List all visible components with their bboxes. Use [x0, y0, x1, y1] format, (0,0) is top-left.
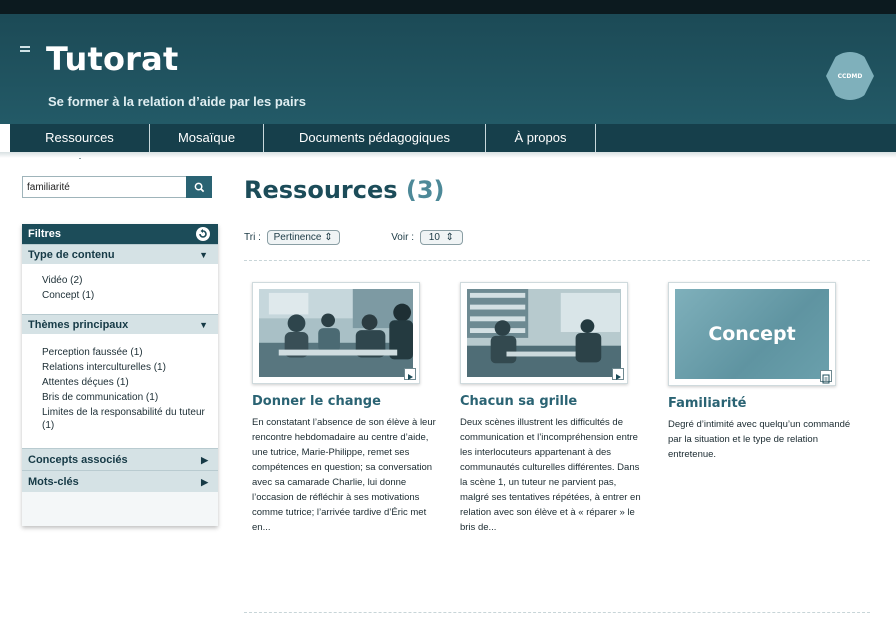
filter-section-label: Thèmes principaux — [28, 319, 129, 331]
caret-right-icon: ▶ — [201, 477, 208, 487]
filter-list-type-de-contenu: Vidéo (2) Concept (1) — [22, 264, 218, 314]
divider — [244, 612, 870, 613]
tab-mosaique[interactable]: Mosaïque — [150, 124, 264, 152]
nav-shadow — [0, 152, 896, 158]
filter-section-themes-principaux[interactable]: Thèmes principaux ▼ — [22, 314, 218, 334]
resource-title[interactable]: Donner le change — [252, 394, 442, 409]
page-title-text: Ressources — [244, 176, 398, 204]
sort-bar: Tri : Pertinence ⇕ Voir : 10 ⇕ — [244, 230, 463, 245]
menu-icon[interactable] — [20, 46, 30, 54]
sort-select[interactable]: Pertinence ⇕ — [266, 230, 340, 245]
filter-section-mots-cles[interactable]: Mots-clés ▶ — [22, 470, 218, 492]
filter-list-themes-principaux: Perception faussée (1) Relations intercu… — [22, 334, 218, 448]
filter-option-attentes-decues[interactable]: Attentes déçues (1) — [42, 376, 212, 389]
resource-card: Donner le change En constatant l’absence… — [252, 282, 442, 535]
view-select[interactable]: 10 ⇕ — [419, 230, 463, 245]
classroom-video-still — [259, 289, 413, 377]
filters-header: Filtres — [22, 224, 218, 244]
caret-down-icon: ▼ — [199, 320, 208, 330]
filter-section-label: Concepts associés — [28, 454, 128, 466]
filters-panel: Filtres Type de contenu ▼ Vidéo (2) Conc… — [22, 224, 218, 526]
resource-title[interactable]: Chacun sa grille — [460, 394, 650, 409]
main-nav: Ressources Mosaïque Documents pédagogiqu… — [10, 124, 896, 159]
site-title[interactable]: Tutorat — [46, 40, 178, 78]
resource-thumbnail[interactable] — [252, 282, 420, 384]
search-button[interactable] — [186, 176, 212, 198]
resource-card: Chacun sa grille Deux scènes illustrent … — [460, 282, 650, 535]
resource-thumbnail[interactable]: Concept — [668, 282, 836, 386]
resource-description: Deux scènes illustrent les difficultés d… — [460, 417, 641, 533]
search-box — [22, 176, 212, 198]
reset-filters-icon[interactable] — [196, 227, 210, 241]
concept-thumbnail: Concept — [675, 289, 829, 379]
caret-down-icon: ▼ — [199, 250, 208, 260]
filter-option-perception-faussee[interactable]: Perception faussée (1) — [42, 346, 212, 359]
resource-thumbnail[interactable] — [460, 282, 628, 384]
tab-a-propos[interactable]: À propos — [486, 124, 596, 152]
library-video-still — [467, 289, 621, 377]
filter-option-video[interactable]: Vidéo (2) — [42, 274, 212, 287]
logo-text: CCDMD — [837, 72, 863, 80]
resource-description: En constatant l’absence de son élève à l… — [252, 417, 436, 533]
result-count: (3) — [405, 176, 445, 204]
resource-card: Concept Familiarité Degré d’intimité ave… — [668, 282, 858, 462]
site-subtitle: Se former à la relation d’aide par les p… — [48, 94, 306, 109]
tab-documents-pedagogiques[interactable]: Documents pédagogiques — [264, 124, 486, 152]
page-title: Ressources (3) — [244, 176, 445, 204]
sort-label: Tri : — [244, 232, 261, 243]
filter-section-concepts-associes[interactable]: Concepts associés ▶ — [22, 448, 218, 470]
ccdmd-logo[interactable]: CCDMD — [826, 52, 874, 100]
view-value: 10 — [428, 232, 440, 243]
view-label: Voir : — [391, 232, 414, 243]
play-icon — [612, 368, 624, 380]
filter-section-label: Type de contenu — [28, 249, 115, 261]
resource-title[interactable]: Familiarité — [668, 396, 858, 411]
sort-value: Pertinence — [273, 232, 322, 243]
document-icon — [820, 370, 832, 384]
caret-right-icon: ▶ — [201, 455, 208, 465]
filter-section-type-de-contenu[interactable]: Type de contenu ▼ — [22, 244, 218, 264]
divider — [244, 260, 870, 261]
filter-option-limites-responsabilite[interactable]: Limites de la responsabilité du tuteur (… — [42, 406, 212, 432]
resource-description: Degré d’intimité avec quelqu’un commandé… — [668, 419, 851, 460]
concept-thumb-label: Concept — [708, 323, 796, 345]
filters-title: Filtres — [28, 228, 62, 240]
filter-section-label: Mots-clés — [28, 476, 79, 488]
search-input[interactable] — [23, 177, 183, 198]
filter-option-bris-de-communication[interactable]: Bris de communication (1) — [42, 391, 212, 404]
filter-option-relations-interculturelles[interactable]: Relations interculturelles (1) — [42, 361, 212, 374]
play-icon — [404, 368, 416, 380]
tab-ressources[interactable]: Ressources — [10, 124, 150, 159]
site-header: Tutorat Se former à la relation d’aide p… — [0, 14, 896, 124]
top-strip — [0, 0, 896, 14]
filter-option-concept[interactable]: Concept (1) — [42, 289, 212, 302]
search-icon — [194, 182, 204, 192]
